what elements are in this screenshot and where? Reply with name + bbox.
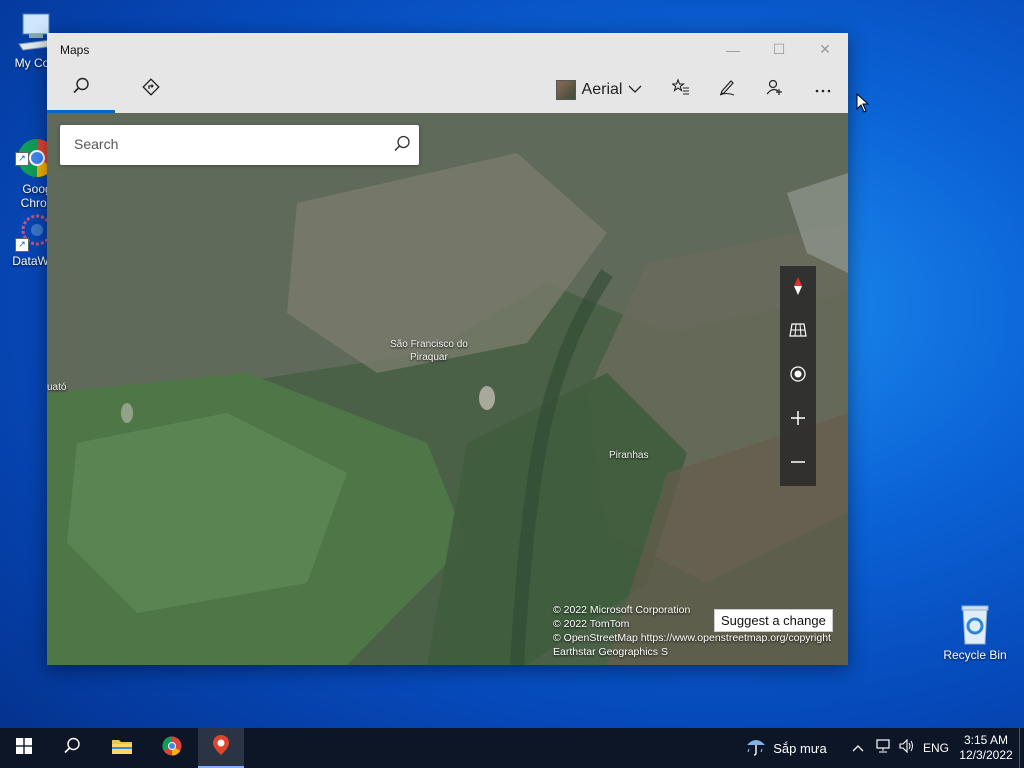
taskbar-file-explorer[interactable] [98,728,146,768]
map-layers-icon [789,322,807,343]
zoom-out-icon [790,454,806,475]
weather-text: Sắp mưa [773,740,827,756]
start-button[interactable] [0,728,48,768]
taskbar-maps[interactable] [198,728,244,768]
show-desktop-button[interactable] [1019,728,1024,768]
maximize-button[interactable]: ☐ [756,33,802,66]
favorites-icon [670,78,690,101]
title-bar[interactable]: Maps — ☐ ✕ [47,33,848,66]
chrome-icon [161,735,183,762]
aerial-imagery [47,113,848,665]
suggest-change-button[interactable]: Suggest a change [714,609,833,632]
chevron-down-icon [628,81,642,99]
compass-icon [793,276,803,301]
minimize-button[interactable]: — [710,33,756,66]
taskbar-search-button[interactable] [48,728,96,768]
mouse-cursor-icon [856,93,870,113]
maps-icon [211,734,231,761]
clock[interactable]: 3:15 AM 12/3/2022 [954,728,1018,768]
sign-in-button[interactable] [753,66,797,113]
toolbar: Aerial [47,66,848,113]
search-box[interactable] [60,125,419,165]
chevron-up-icon [852,739,864,757]
folder-icon [111,737,133,760]
search-input[interactable] [72,135,376,153]
clock-time: 3:15 AM [963,733,1009,747]
desktop-icon-label: Recycle Bin [943,648,1007,662]
close-button[interactable]: ✕ [802,33,848,66]
more-icon [814,81,832,99]
weather-widget[interactable]: Sắp mưa [738,728,834,768]
search-icon[interactable] [393,135,411,158]
compass-button[interactable] [780,266,816,310]
attribution-line[interactable]: © OpenStreetMap https://www.openstreetma… [553,631,831,645]
tab-search[interactable] [47,66,115,113]
map-canvas[interactable]: São Francisco do Piraquar Piranhas uató [47,113,848,665]
search-icon [63,737,81,760]
tab-directions[interactable] [117,66,185,113]
map-style-dropdown[interactable]: Aerial [549,66,649,113]
directions-icon [142,78,160,101]
window-title: Maps [60,43,90,57]
network-button[interactable] [872,728,894,768]
search-icon [72,77,90,100]
recycle-bin-icon [953,602,997,646]
sign-in-icon [766,78,784,101]
speaker-icon [899,738,915,758]
locate-me-icon [789,365,807,388]
volume-button[interactable] [896,728,918,768]
map-layers-button[interactable] [780,310,816,354]
show-hidden-icons-button[interactable] [848,728,868,768]
map-controls [780,266,816,486]
clock-date: 12/3/2022 [959,748,1013,762]
zoom-in-icon [790,410,806,431]
more-button[interactable] [801,66,845,113]
zoom-out-button[interactable] [780,442,816,486]
aerial-thumbnail [555,79,576,100]
zoom-in-button[interactable] [780,398,816,442]
locate-me-button[interactable] [780,354,816,398]
maps-window: Maps — ☐ ✕ Aerial Search São Francisco d… [47,33,848,665]
favorites-button[interactable] [659,66,703,113]
ink-icon [718,78,736,101]
place-label[interactable]: uató [47,381,66,394]
input-language[interactable]: ENG [920,728,952,768]
taskbar-chrome[interactable] [148,728,196,768]
taskbar: Sắp mưa ENG 3:15 AM 12/3/2022 [0,728,1024,768]
network-icon [875,738,891,758]
place-label[interactable]: Piranhas [609,449,648,462]
map-style-label: Aerial [581,80,623,98]
place-label[interactable]: São Francisco do Piraquar [390,338,468,364]
ink-button[interactable] [705,66,749,113]
attribution-line: Earthstar Geographics S [553,646,668,658]
windows-logo-icon [16,737,32,759]
rain-umbrella-icon [745,735,767,762]
desktop-icon-recycle-bin[interactable]: Recycle Bin [938,602,1012,662]
